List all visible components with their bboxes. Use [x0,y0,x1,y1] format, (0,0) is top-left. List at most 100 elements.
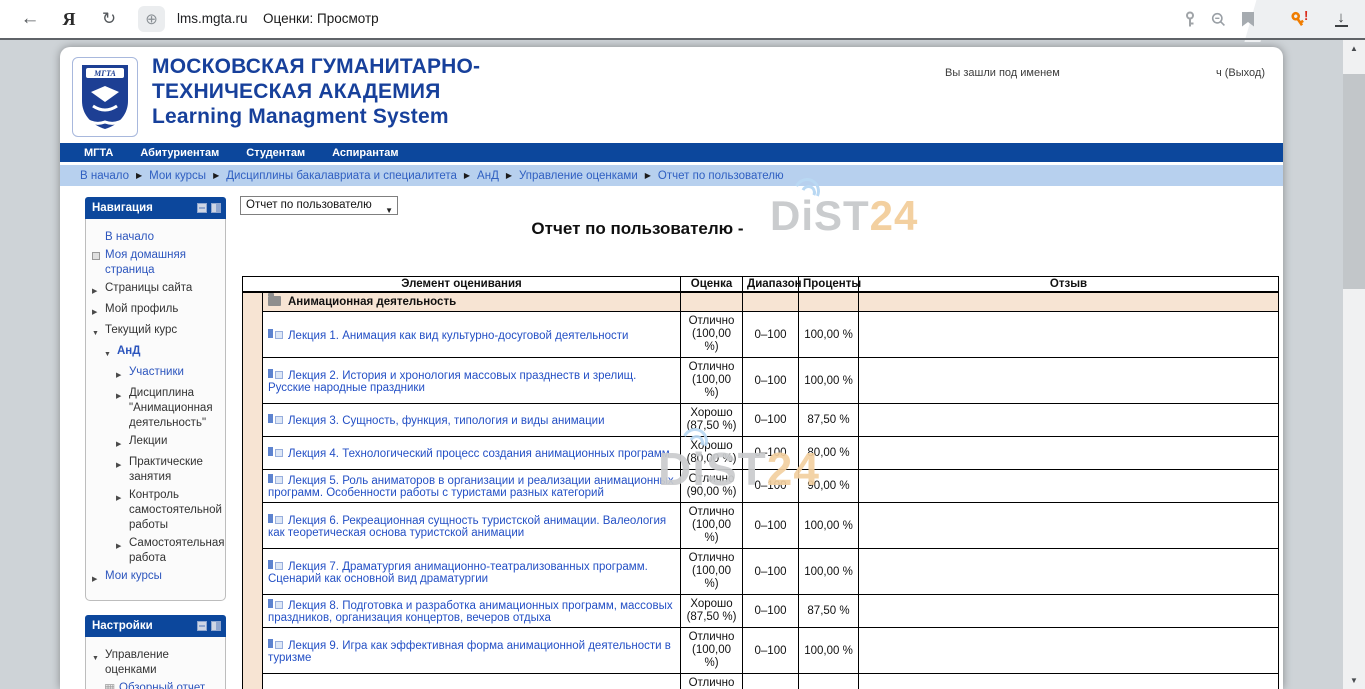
bookmark-icon[interactable] [1236,0,1260,38]
grade-item-link[interactable]: Лекция 7. Драматургия анимационно-театра… [268,561,648,585]
table-header-row: Элемент оценивания Оценка Диапазон Проце… [243,277,1279,293]
vertical-scrollbar[interactable]: ▲ ▼ [1343,40,1365,689]
sidebar-item-practical[interactable]: ▶Практические занятия [92,455,222,485]
grade-item-link[interactable]: Лекция 5. Роль аниматоров в организации … [268,475,674,499]
address-url[interactable]: lms.mgta.ru [177,0,248,38]
range-cell: 0–100 [743,549,799,595]
scroll-down-icon[interactable]: ▼ [1343,672,1365,689]
breadcrumb-user-report[interactable]: Отчет по пользователю [658,170,784,182]
folder-icon [268,296,281,306]
breadcrumb-grade-admin[interactable]: Управление оценками [519,170,638,182]
scrollbar-thumb[interactable] [1343,74,1365,289]
settings-block-header: Настройки [85,615,226,637]
sidebar-item-site-pages[interactable]: ▶Страницы сайта [92,281,222,299]
breadcrumb-disciplines[interactable]: Дисциплины бакалавриата и специалитета [226,170,457,182]
breadcrumb-separator-icon: ▶ [213,171,219,180]
breadcrumb-course[interactable]: АнД [477,170,499,182]
grade-item-link[interactable]: Лекция 6. Рекреационная сущность туристс… [268,515,666,539]
grade-item-link[interactable]: Лекция 4. Технологический процесс создан… [288,448,670,460]
page-title: Отчет по пользователю - [240,219,1035,239]
bullet-square-icon [92,248,105,278]
nav-item-abiturientam[interactable]: Абитуриентам [140,147,219,159]
feedback-cell [859,549,1279,595]
percent-cell: 100,00 % [799,674,859,689]
percent-cell: 100,00 % [799,549,859,595]
grade-cell: Отлично(100,00 %) [681,312,743,358]
nav-item-aspirantam[interactable]: Аспирантам [332,147,398,159]
nav-item-mgta[interactable]: МГТА [84,147,113,159]
sidebar-item-grade-admin[interactable]: ▼Управление оценками [92,648,222,678]
block-collapse-icon[interactable] [197,621,207,631]
navigation-block-body: В начало Моя домашняя страница ▶Страницы… [85,219,226,601]
sidebar-item-discipline[interactable]: ▶Дисциплина "Анимационная деятельность" [92,386,222,431]
sidebar-item-current-course[interactable]: ▼Текущий курс [92,323,222,341]
sidebar-item-self-control[interactable]: ▶Контроль самостоятельной работы [92,488,222,533]
quiz-icon [268,559,282,572]
table-row: Лекция 3. Сущность, функция, типология и… [243,404,1279,437]
sidebar-item-my-courses[interactable]: ▶Мои курсы [92,569,222,587]
chevron-right-icon[interactable]: ▶ [116,488,129,533]
feedback-cell [859,437,1279,470]
password-key-icon[interactable] [1178,0,1202,38]
back-icon[interactable]: ← [16,0,44,38]
chevron-down-icon[interactable]: ▼ [92,323,105,341]
nav-item-studentam[interactable]: Студентам [246,147,305,159]
grade-item-link[interactable]: Лекция 9. Игра как эффективная форма ани… [268,640,671,664]
sidebar-item-participants[interactable]: ▶Участники [92,365,222,383]
category-row: Анимационная деятельность [243,292,1279,312]
feedback-cell [859,674,1279,689]
login-prefix: Вы зашли под именем [945,67,1060,79]
block-collapse-icon[interactable] [197,203,207,213]
range-cell: 0–100 [743,628,799,674]
breadcrumb-my-courses[interactable]: Мои курсы [149,170,206,182]
quiz-icon [268,328,282,341]
sidebar-item-lectures[interactable]: ▶Лекции [92,434,222,452]
sidebar-item-overview-report[interactable]: Обзорный отчет [92,681,222,689]
chevron-down-icon[interactable]: ▼ [104,344,117,362]
block-dock-icon[interactable] [211,621,221,631]
sidebar-item-home[interactable]: В начало [92,230,222,245]
grade-item-link[interactable]: Лекция 3. Сущность, функция, типология и… [288,415,605,427]
chevron-down-icon[interactable]: ▼ [92,648,105,678]
sidebar-item-self-work[interactable]: ▶Самостоятельная работа [92,536,222,566]
chevron-right-icon[interactable]: ▶ [116,455,129,485]
toolbar-bottom-edge [0,38,1365,40]
feedback-cell [859,470,1279,503]
grade-item-link[interactable]: Лекция 1. Анимация как вид культурно-дос… [288,330,628,342]
col-header-item: Элемент оценивания [243,277,681,293]
academy-logo[interactable]: МГТА [72,57,138,137]
grade-item-link[interactable]: Лекция 8. Подготовка и разработка анимац… [268,600,673,624]
logout-link[interactable]: ч (Выход) [1216,67,1265,79]
address-page-title: Оценки: Просмотр [263,0,379,38]
grade-item-link[interactable]: Лекция 2. История и хронология массовых … [268,370,636,394]
breadcrumb-separator-icon: ▶ [464,171,470,180]
yandex-browser-icon[interactable]: Я [56,0,82,38]
grade-cell: Отлично(100,00 %) [681,503,743,549]
main-content: Отчет по пользователю ▼ Отчет по пользов… [240,194,1280,689]
settings-block: Настройки ▼Управление оценками Обзорный … [85,615,226,689]
percent-cell: 100,00 % [799,628,859,674]
select-arrow-icon: ▼ [385,202,393,219]
chevron-right-icon[interactable]: ▶ [116,434,129,452]
chevron-right-icon[interactable]: ▶ [92,302,105,320]
downloads-icon[interactable]: ↓ [1328,0,1354,38]
chevron-right-icon[interactable]: ▶ [92,281,105,299]
report-type-select[interactable]: Отчет по пользователю ▼ [240,196,398,215]
scroll-up-icon[interactable]: ▲ [1343,40,1365,57]
site-info-icon[interactable]: ⊕ [138,6,165,32]
chevron-right-icon[interactable]: ▶ [116,386,129,431]
sidebar-item-course-and[interactable]: ▼АнД [92,344,222,362]
grade-cell: Отлично(100,00 %) [681,628,743,674]
chevron-right-icon[interactable]: ▶ [92,569,105,587]
academy-title: МОСКОВСКАЯ ГУМАНИТАРНО- ТЕХНИЧЕСКАЯ АКАД… [152,54,480,129]
chevron-right-icon[interactable]: ▶ [116,365,129,383]
page-zoom-icon[interactable] [1206,0,1230,38]
sidebar-item-my-profile[interactable]: ▶Мой профиль [92,302,222,320]
chevron-right-icon[interactable]: ▶ [116,536,129,566]
reload-icon[interactable]: ↻ [96,0,122,38]
breadcrumb-home[interactable]: В начало [80,170,129,182]
block-dock-icon[interactable] [211,203,221,213]
sidebar: Навигация В начало Моя домашняя страница… [85,197,226,689]
sidebar-item-my-home[interactable]: Моя домашняя страница [92,248,222,278]
user-grade-report-table: Элемент оценивания Оценка Диапазон Проце… [242,276,1279,689]
